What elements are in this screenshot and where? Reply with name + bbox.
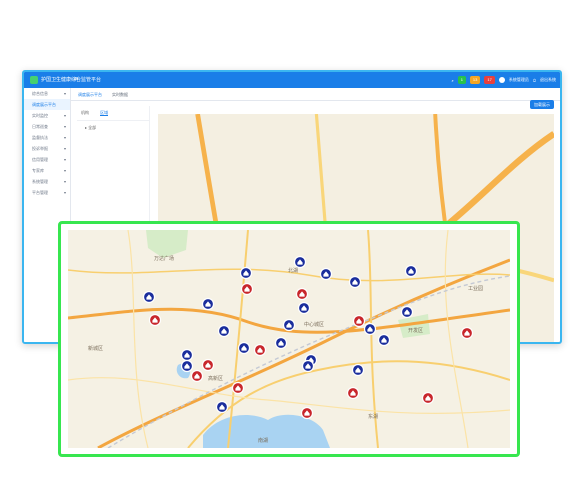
- chevron-down-icon: ▾: [63, 91, 66, 96]
- sidebar-item-dispatch[interactable]: 调度展示平台: [24, 99, 70, 110]
- notice-badge[interactable]: 1: [457, 76, 466, 84]
- tree-root-label: 全部: [88, 125, 97, 130]
- sidebar-item-label: 专家库: [32, 168, 44, 173]
- facility-marker[interactable]: [180, 348, 194, 362]
- chevron-down-icon: ▾: [63, 179, 66, 184]
- sidebar-item-overview[interactable]: 综合信息 ▾: [24, 88, 70, 99]
- alert-marker[interactable]: [240, 282, 254, 296]
- sidebar-item-label: 日常巡查: [32, 124, 48, 129]
- tab-organization[interactable]: 机构: [81, 110, 89, 115]
- logout-icon[interactable]: ⏻: [533, 78, 536, 83]
- chevron-down-icon: ▾: [63, 135, 66, 140]
- sidebar-item-label: 信用管理: [32, 157, 48, 162]
- alert-marker[interactable]: [300, 406, 314, 420]
- load-display-button[interactable]: 加载展示: [530, 100, 554, 109]
- alert-badge[interactable]: 17: [484, 76, 495, 84]
- top-bar: 护国卫生健康综合监管平台 ≡ ⌕ 1 13 17 系统管理员 ⏻ 退出系统: [24, 72, 560, 88]
- tab-region[interactable]: 区域: [100, 110, 109, 116]
- alert-marker[interactable]: [148, 313, 162, 327]
- facility-marker[interactable]: [217, 324, 231, 338]
- sidebar-item-label: 实时监控: [32, 113, 48, 118]
- place-label: 东湖: [368, 413, 378, 420]
- sidebar-item-inspection[interactable]: 日常巡查 ▾: [24, 121, 70, 132]
- sidebar-item-system[interactable]: 系统管理 ▾: [24, 176, 70, 187]
- alert-marker[interactable]: [190, 369, 204, 383]
- facility-marker[interactable]: [239, 266, 253, 280]
- place-label: 万达广场: [154, 255, 174, 262]
- facility-marker[interactable]: [297, 301, 311, 315]
- facility-marker[interactable]: [400, 305, 414, 319]
- alert-marker[interactable]: [352, 314, 366, 328]
- chevron-down-icon: ▾: [63, 124, 66, 129]
- facility-marker[interactable]: [293, 255, 307, 269]
- place-label: 高新区: [208, 375, 223, 382]
- logout-link[interactable]: 退出系统: [540, 77, 556, 83]
- chevron-down-icon: ▾: [63, 113, 66, 118]
- sidebar-item-label: 系统管理: [32, 179, 48, 184]
- facility-marker[interactable]: [404, 264, 418, 278]
- alert-marker[interactable]: [460, 326, 474, 340]
- sidebar-item-monitor[interactable]: 实时监控 ▾: [24, 110, 70, 121]
- facility-marker[interactable]: [282, 318, 296, 332]
- logo-icon: [30, 76, 38, 84]
- sidebar-item-platform[interactable]: 平台管理 ▾: [24, 187, 70, 198]
- map-zoom-frame: 万达广场 北湖 中心城区 开发区 高新区 东湖 南湖 新城区 工业园: [58, 221, 520, 457]
- page-tabs: 调度展示平台 实时数据: [70, 88, 560, 101]
- sidebar-item-label: 投诉举报: [32, 146, 48, 151]
- user-name[interactable]: 系统管理员: [509, 77, 529, 83]
- facility-marker[interactable]: [201, 297, 215, 311]
- alert-marker[interactable]: [201, 358, 215, 372]
- sidebar-item-enforcement[interactable]: 监督执法 ▾: [24, 132, 70, 143]
- facility-marker[interactable]: [348, 275, 362, 289]
- tree-root-node[interactable]: ▸ 全部: [77, 121, 149, 135]
- app-title: 护国卫生健康综合监管平台: [41, 77, 102, 83]
- task-badge[interactable]: 13: [469, 76, 481, 84]
- menu-toggle-icon[interactable]: ≡: [74, 75, 78, 85]
- tree-tabs: 机构 区域: [77, 106, 149, 121]
- sidebar-item-complaints[interactable]: 投诉举报 ▾: [24, 143, 70, 154]
- sidebar-item-label: 调度展示平台: [32, 102, 56, 107]
- facility-marker[interactable]: [237, 341, 251, 355]
- sidebar-item-experts[interactable]: 专家库 ▾: [24, 165, 70, 176]
- sidebar-item-label: 平台管理: [32, 190, 48, 195]
- alert-marker[interactable]: [253, 343, 267, 357]
- place-label: 中心城区: [304, 321, 324, 328]
- search-icon[interactable]: ⌕: [451, 78, 453, 83]
- facility-marker[interactable]: [351, 363, 365, 377]
- alert-marker[interactable]: [295, 287, 309, 301]
- facility-marker[interactable]: [363, 322, 377, 336]
- chevron-down-icon: ▾: [63, 190, 66, 195]
- map-view[interactable]: 万达广场 北湖 中心城区 开发区 高新区 东湖 南湖 新城区 工业园: [68, 230, 510, 448]
- alert-marker[interactable]: [421, 391, 435, 405]
- alert-marker[interactable]: [346, 386, 360, 400]
- alert-marker[interactable]: [231, 381, 245, 395]
- chevron-down-icon: ▾: [63, 146, 66, 151]
- facility-marker[interactable]: [142, 290, 156, 304]
- tab-realtime[interactable]: 实时数据: [112, 91, 128, 98]
- chevron-down-icon: ▾: [63, 168, 66, 173]
- facility-marker[interactable]: [301, 359, 315, 373]
- place-label: 工业园: [468, 285, 483, 292]
- tab-dispatch[interactable]: 调度展示平台: [78, 91, 102, 98]
- facility-marker[interactable]: [377, 333, 391, 347]
- sidebar-item-label: 综合信息: [32, 91, 48, 96]
- place-label: 北湖: [288, 267, 298, 274]
- facility-marker[interactable]: [274, 336, 288, 350]
- chevron-down-icon: ▾: [63, 157, 66, 162]
- header-actions: ⌕ 1 13 17 系统管理员 ⏻ 退出系统: [451, 75, 556, 85]
- place-label: 南湖: [258, 437, 268, 444]
- facility-marker[interactable]: [180, 359, 194, 373]
- sidebar-item-credit[interactable]: 信用管理 ▾: [24, 154, 70, 165]
- place-label: 新城区: [88, 345, 103, 352]
- avatar[interactable]: [498, 77, 505, 83]
- facility-marker[interactable]: [319, 267, 333, 281]
- facility-marker[interactable]: [215, 400, 229, 414]
- place-label: 开发区: [408, 327, 423, 334]
- sidebar-item-label: 监督执法: [32, 135, 48, 140]
